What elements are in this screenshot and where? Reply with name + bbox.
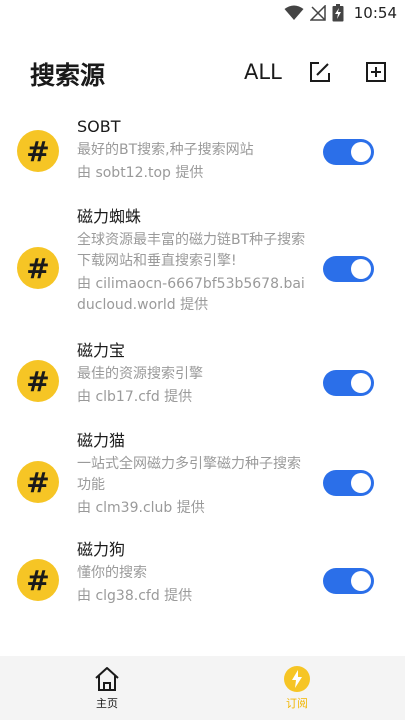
source-toggle[interactable] — [323, 256, 374, 282]
hash-icon: # — [17, 130, 59, 172]
source-description: 懂你的搜索 — [77, 565, 147, 581]
battery-charging-icon — [332, 4, 344, 22]
source-description: 全球资源最丰富的磁力链BT种子搜索下载网站和垂直搜索引擎! — [77, 232, 306, 269]
edit-icon[interactable] — [308, 60, 332, 84]
source-description: 最佳的资源搜索引擎 — [77, 366, 203, 382]
hash-icon: # — [17, 247, 59, 289]
toggle-knob — [351, 259, 371, 279]
source-item-sobt[interactable]: # SOBT 最好的BT搜索,种子搜索网站 由 sobt12.top 提供 — [0, 110, 405, 198]
source-title: 磁力狗 — [77, 540, 126, 559]
toggle-knob — [351, 473, 371, 493]
source-item-cili-mao[interactable]: # 磁力猫 一站式全网磁力多引擎磁力种子搜索功能 由 clm39.club 提供 — [0, 426, 405, 536]
tab-home[interactable]: 主页 — [57, 656, 157, 720]
no-signal-icon — [309, 5, 326, 21]
add-icon[interactable] — [364, 60, 388, 84]
source-toggle[interactable] — [323, 370, 374, 396]
tab-home-label: 主页 — [96, 697, 118, 710]
tab-subscribe-label: 订阅 — [286, 697, 308, 710]
source-title: 磁力猫 — [77, 431, 126, 450]
lightning-icon — [284, 666, 310, 692]
hash-icon: # — [17, 461, 59, 503]
source-title: SOBT — [77, 117, 121, 136]
toggle-knob — [351, 571, 371, 591]
source-provider: 由 clm39.club 提供 — [77, 500, 205, 516]
home-icon — [95, 667, 119, 691]
source-description: 一站式全网磁力多引擎磁力种子搜索功能 — [77, 456, 301, 493]
source-description: 最好的BT搜索,种子搜索网站 — [77, 142, 254, 158]
source-toggle[interactable] — [323, 139, 374, 165]
source-title: 磁力蜘蛛 — [77, 207, 142, 226]
toggle-knob — [351, 142, 371, 162]
hash-icon: # — [17, 559, 59, 601]
source-provider: 由 clg38.cfd 提供 — [77, 588, 193, 604]
source-item-cili-gou[interactable]: # 磁力狗 懂你的搜索 由 clg38.cfd 提供 — [0, 536, 405, 626]
source-item-cili-bao[interactable]: # 磁力宝 最佳的资源搜索引擎 由 clb17.cfd 提供 — [0, 336, 405, 426]
hash-icon: # — [17, 360, 59, 402]
header: 搜索源 ALL — [0, 50, 405, 96]
source-list: # SOBT 最好的BT搜索,种子搜索网站 由 sobt12.top 提供 # … — [0, 110, 405, 626]
source-provider: 由 clb17.cfd 提供 — [77, 389, 193, 405]
all-button[interactable]: ALL — [244, 60, 282, 84]
toggle-knob — [351, 373, 371, 393]
status-bar: 10:54 — [0, 0, 405, 30]
source-item-cili-spider[interactable]: # 磁力蜘蛛 全球资源最丰富的磁力链BT种子搜索下载网站和垂直搜索引擎! 由 c… — [0, 198, 405, 336]
source-toggle[interactable] — [323, 568, 374, 594]
page-title: 搜索源 — [30, 61, 106, 90]
status-time: 10:54 — [353, 4, 397, 22]
source-title: 磁力宝 — [77, 341, 126, 360]
tab-subscribe[interactable]: 订阅 — [247, 656, 347, 720]
source-provider: 由 cilimaocn-6667bf53b5678.baiducloud.wor… — [77, 276, 305, 313]
wifi-icon — [284, 5, 304, 20]
bottom-nav: 主页 订阅 — [0, 656, 405, 720]
source-provider: 由 sobt12.top 提供 — [77, 165, 204, 181]
source-toggle[interactable] — [323, 470, 374, 496]
